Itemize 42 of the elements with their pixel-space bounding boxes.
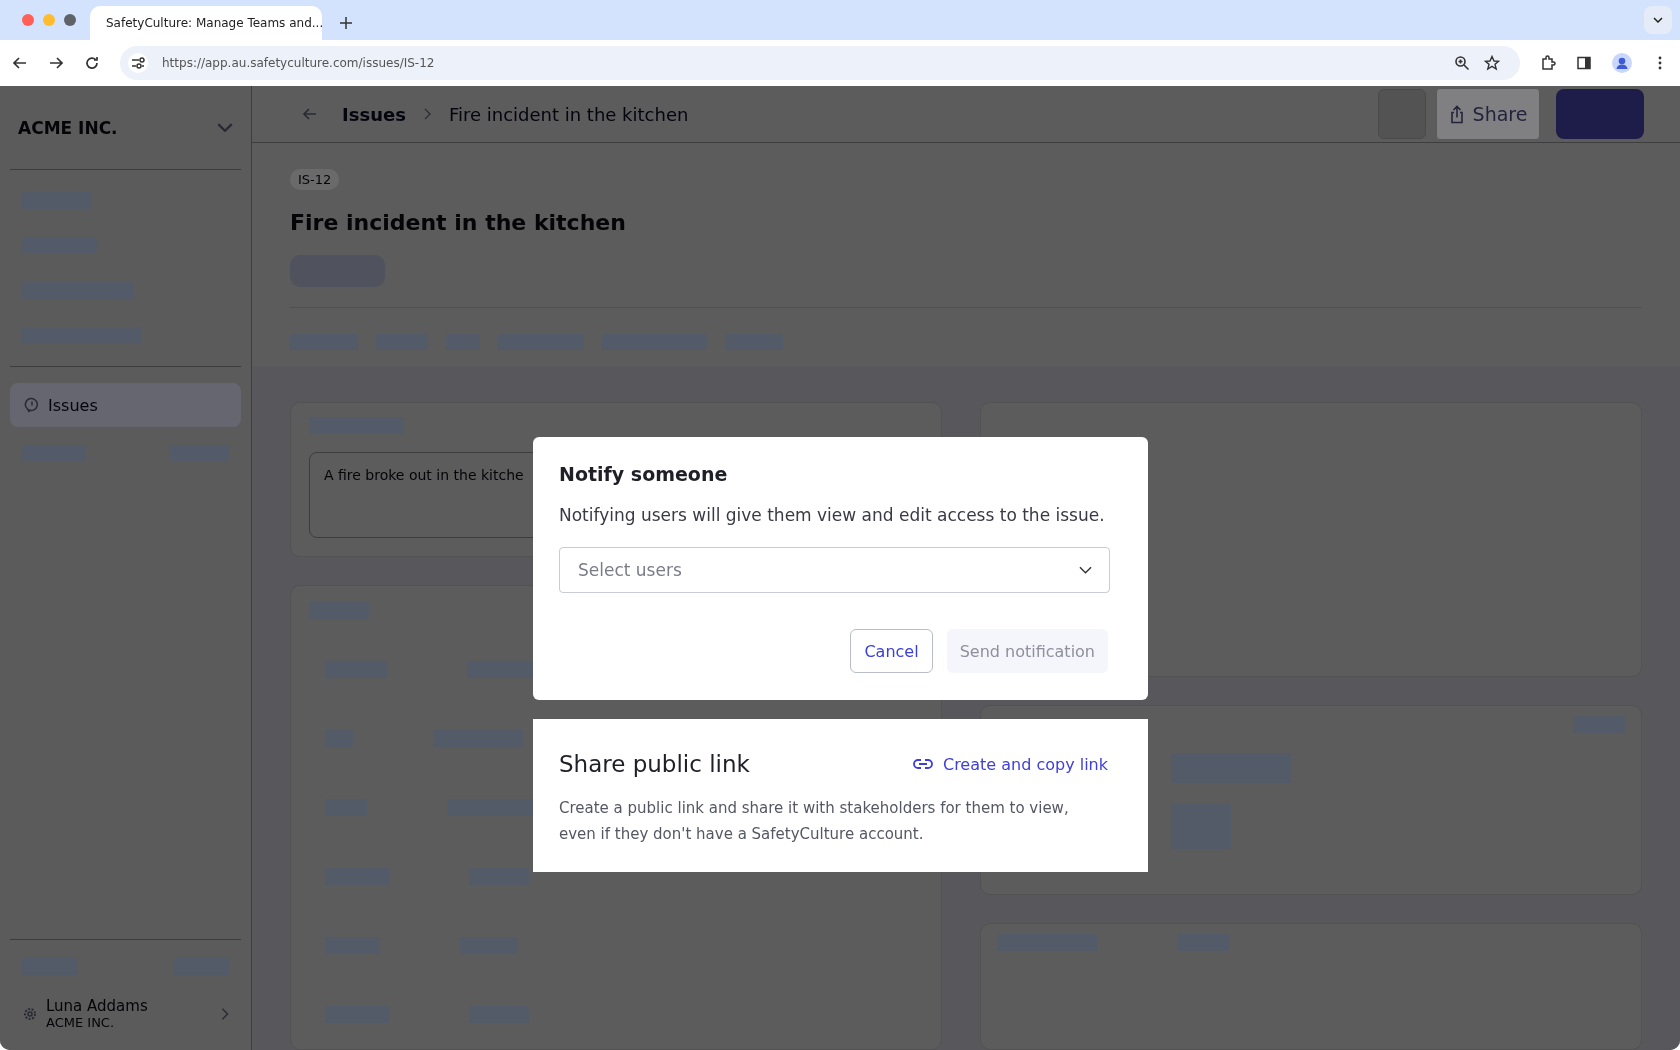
forward-icon[interactable] (48, 55, 64, 71)
zoom-icon[interactable] (1454, 55, 1470, 71)
bookmark-star-icon[interactable] (1484, 55, 1500, 71)
user-organization: ACME INC. (46, 1015, 116, 1030)
close-window-icon[interactable] (22, 14, 34, 26)
create-link-button[interactable]: Create and copy link (912, 754, 1108, 774)
dialog-title: Share public link (559, 751, 750, 777)
dialog-text: Notifying users will give them view and edit access to the issue. (559, 505, 1106, 525)
profile-avatar-icon[interactable] (1612, 53, 1632, 73)
side-panel-icon[interactable] (1576, 55, 1592, 71)
issue-icon (24, 397, 40, 413)
tab-search-button[interactable] (1644, 6, 1672, 34)
share-button[interactable]: Share (1436, 88, 1540, 140)
sidebar-item[interactable]: Issues (10, 383, 241, 427)
share-icon (1448, 104, 1465, 124)
cancel-button[interactable]: Cancel (850, 629, 933, 673)
chevron-down-icon[interactable] (217, 123, 233, 132)
browser-tab[interactable]: SafetyCulture: Manage Teams and... (90, 6, 322, 40)
dialog-text: Create a public link and share it with stakeholders for them to view, even if they don't have a SafetyCulture account. (559, 798, 1070, 845)
reload-icon[interactable] (84, 55, 100, 71)
back-icon[interactable] (12, 55, 28, 71)
breadcrumb-current: Fire incident in the kitchen (448, 103, 689, 125)
settings-icon (22, 1005, 38, 1022)
chevron-right-icon (221, 1007, 229, 1020)
extensions-icon[interactable] (1540, 55, 1556, 71)
select-users-dropdown[interactable]: Select users (559, 547, 1110, 593)
link-icon (912, 759, 933, 769)
back-arrow-icon[interactable] (302, 106, 318, 122)
breadcrumb-link[interactable]: Issues (342, 103, 406, 125)
maximize-window-icon[interactable] (64, 14, 76, 26)
user-name: Luna Addams (46, 997, 149, 1015)
chevron-right-icon (423, 108, 431, 120)
issue-title: Fire incident in the kitchen (290, 210, 627, 235)
address-bar[interactable]: https://app.au.safetyculture.com/issues/IS-12 (120, 46, 1520, 80)
dialog-title: Notify someone (559, 463, 729, 485)
chevron-down-icon (1079, 566, 1092, 574)
organization-name[interactable]: ACME INC. (18, 117, 118, 138)
chevron-down-icon (1653, 17, 1663, 23)
new-tab-icon[interactable] (340, 17, 352, 29)
issue-id-badge: IS-12 (290, 169, 340, 190)
user-menu[interactable]: Luna Addams ACME INC. (10, 993, 241, 1050)
site-settings-icon[interactable] (128, 53, 148, 73)
